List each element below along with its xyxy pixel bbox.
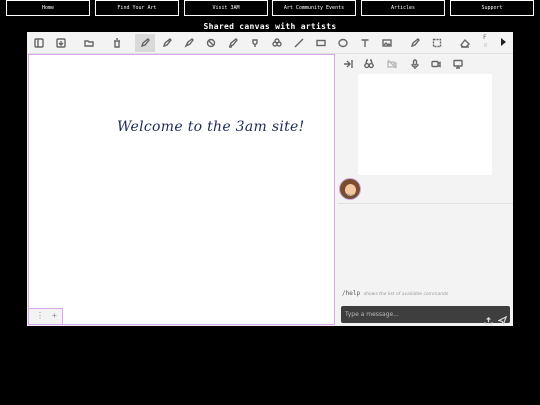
video-preview — [358, 74, 492, 175]
rectangle-icon[interactable] — [311, 34, 331, 52]
meeting-side-panel: Davy /help shows the list of available c… — [338, 54, 513, 326]
drawing-toolbar: F 0 — [27, 32, 513, 54]
pencil-icon[interactable] — [135, 34, 155, 52]
download-icon[interactable] — [51, 34, 71, 52]
message-bar — [341, 306, 510, 326]
binoculars-icon[interactable] — [363, 58, 375, 70]
highlighter-icon[interactable] — [223, 34, 243, 52]
help-command: /help — [342, 290, 361, 297]
toolbar-expand-icon[interactable] — [501, 38, 506, 46]
add-page-button[interactable]: + — [52, 311, 57, 320]
nav-articles[interactable]: Articles — [361, 0, 445, 16]
screen-share-icon[interactable] — [452, 58, 464, 70]
chat-divider — [338, 203, 513, 204]
meeting-controls — [338, 54, 513, 74]
message-input[interactable] — [345, 308, 475, 321]
upload-icon[interactable] — [484, 310, 493, 325]
collapse-panel-icon[interactable] — [342, 58, 354, 70]
help-description: shows the list of available commands — [363, 292, 449, 297]
select-box-icon[interactable] — [427, 34, 447, 52]
pin-icon[interactable] — [405, 34, 425, 52]
sidebar-toggle-icon[interactable] — [29, 34, 49, 52]
nav-find-your-art[interactable]: Find Your Art — [95, 0, 179, 16]
pen-icon[interactable] — [157, 34, 177, 52]
brush-eraser-icon[interactable] — [201, 34, 221, 52]
nav-visit-3am[interactable]: Visit 3AM — [184, 0, 268, 16]
camera-off-icon[interactable] — [386, 58, 398, 70]
ellipse-icon[interactable] — [333, 34, 353, 52]
microphone-icon[interactable] — [409, 58, 421, 70]
page-menu-button[interactable]: ⋮ — [36, 311, 44, 320]
page-title: Shared canvas with artists — [203, 22, 337, 31]
lasso-icon[interactable] — [245, 34, 265, 52]
trash-icon[interactable] — [107, 34, 127, 52]
marker-icon[interactable] — [179, 34, 199, 52]
send-icon[interactable] — [497, 310, 508, 326]
text-icon[interactable] — [355, 34, 375, 52]
image-icon[interactable] — [377, 34, 397, 52]
nav-support[interactable]: Support — [450, 0, 534, 16]
font-size-label[interactable]: F — [483, 34, 487, 41]
handwritten-welcome-text: Welcome to the 3am site! — [117, 119, 305, 135]
page-controls: ⋮ + — [29, 308, 63, 324]
whiteboard-app: F 0 Welcome to the 3am site! ⋮ + Davy /h… — [27, 32, 513, 326]
nav-home[interactable]: Home — [6, 0, 90, 16]
drawing-canvas[interactable]: Welcome to the 3am site! ⋮ + — [28, 54, 335, 325]
participant-name: Davy — [344, 194, 356, 199]
eraser-icon[interactable] — [455, 34, 475, 52]
top-nav: Home Find Your Art Visit 3AM Art Communi… — [0, 0, 540, 17]
fill-icon[interactable] — [267, 34, 287, 52]
chat-help-hint: /help shows the list of available comman… — [342, 290, 448, 297]
folder-icon[interactable] — [79, 34, 99, 52]
nav-art-community-events[interactable]: Art Community Events — [272, 0, 356, 16]
line-icon[interactable] — [289, 34, 309, 52]
video-camera-icon[interactable] — [430, 58, 442, 70]
font-size-value: 0 — [484, 43, 488, 49]
